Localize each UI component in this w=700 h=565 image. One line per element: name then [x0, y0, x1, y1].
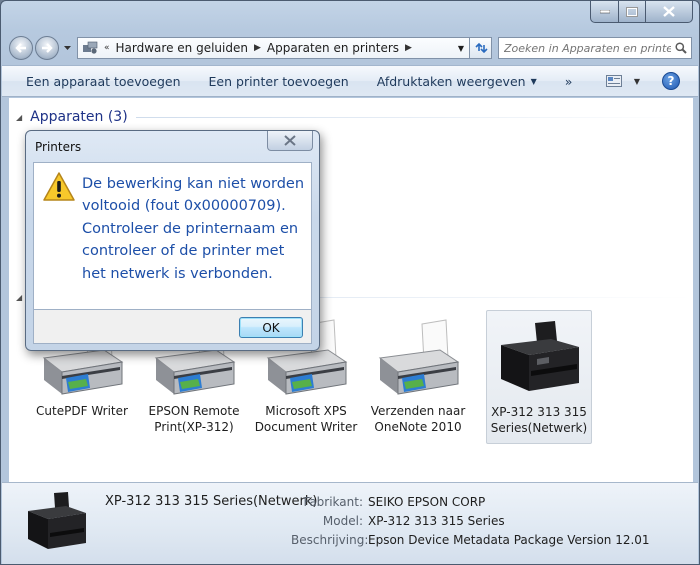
details-row: Model: XP-312 313 315 Series: [291, 514, 650, 533]
close-icon: [284, 135, 296, 146]
search-icon[interactable]: [671, 42, 691, 54]
collapse-triangle-icon[interactable]: ◢: [16, 293, 22, 302]
dialog-footer: OK: [33, 310, 312, 344]
close-button[interactable]: [646, 1, 693, 23]
add-printer-button[interactable]: Een printer toevoegen: [195, 66, 363, 96]
refresh-button[interactable]: [470, 37, 492, 59]
search-box[interactable]: [498, 37, 692, 59]
dialog-message: De bewerking kan niet worden voltooid (f…: [82, 176, 305, 282]
details-row: Fabrikant: SEIKO EPSON CORP: [291, 495, 650, 514]
navigation-bar: « Hardware en geluiden ▶ Apparaten en pr…: [9, 35, 693, 61]
forward-button[interactable]: [35, 36, 59, 60]
dialog-close-button[interactable]: [267, 131, 313, 151]
details-key: Model:: [322, 514, 363, 528]
details-device-name: XP-312 313 315 Series(Netwerk): [105, 494, 318, 509]
recent-pages-dropdown[interactable]: [61, 36, 73, 60]
details-key: Fabrikant:: [303, 495, 363, 509]
arrow-left-icon: [15, 43, 26, 53]
command-bar-right: ▼ ?: [605, 72, 698, 90]
dialog-body: De bewerking kan niet worden voltooid (f…: [33, 162, 312, 310]
search-input[interactable]: [499, 38, 671, 58]
printer-item-xp312[interactable]: XP-312 313 315 Series(Netwerk): [486, 310, 592, 444]
more-commands-button[interactable]: »: [551, 66, 587, 96]
command-bar: Een apparaat toevoegen Een printer toevo…: [2, 65, 698, 97]
ok-button[interactable]: OK: [239, 317, 303, 338]
printer-item-onenote[interactable]: Verzenden naar OneNote 2010: [362, 310, 474, 444]
chevron-down-icon: ▼: [530, 76, 537, 86]
minimize-button[interactable]: [590, 1, 619, 23]
details-value: SEIKO EPSON CORP: [368, 495, 486, 509]
breadcrumb-separator-icon[interactable]: ▶: [403, 43, 414, 53]
change-view-button[interactable]: ▼: [605, 75, 640, 87]
print-jobs-button[interactable]: Afdruktaken weergeven ▼: [363, 66, 551, 96]
warning-icon: [43, 172, 75, 201]
printer-label: Microsoft XPS Document Writer: [254, 404, 358, 434]
chevron-down-icon: [63, 46, 71, 50]
group-divider: [135, 116, 693, 118]
details-row: Beschrijving: Epson Device Metadata Pack…: [291, 533, 650, 552]
details-value: Epson Device Metadata Package Version 12…: [368, 533, 650, 547]
error-dialog: Printers De bewerking kan niet worden vo…: [25, 130, 320, 351]
breadcrumb-devices-printers[interactable]: Apparaten en printers: [263, 41, 403, 55]
epson-printer-icon: [501, 321, 579, 391]
back-button[interactable]: [9, 36, 33, 60]
view-icon: [605, 75, 622, 87]
printer-label: EPSON Remote Print(XP-312): [148, 404, 240, 434]
help-button[interactable]: ?: [662, 72, 680, 90]
refresh-icon: [474, 42, 488, 54]
details-key: Beschrijving:: [291, 533, 369, 547]
printer-icon: [378, 319, 460, 395]
breadcrumb-separator-icon[interactable]: ▶: [252, 43, 263, 53]
explorer-window: « Hardware en geluiden ▶ Apparaten en pr…: [0, 0, 700, 565]
caption-buttons: [590, 1, 693, 23]
minimize-icon: [599, 9, 610, 13]
dialog-title: Printers: [35, 140, 82, 154]
collapse-triangle-icon[interactable]: ◢: [16, 113, 22, 122]
maximize-icon: [626, 6, 638, 17]
printer-label: XP-312 313 315 Series(Netwerk): [490, 405, 588, 435]
details-pane: XP-312 313 315 Series(Netwerk) Fabrikant…: [2, 482, 698, 564]
address-bar[interactable]: « Hardware en geluiden ▶ Apparaten en pr…: [77, 37, 470, 59]
address-dropdown-icon[interactable]: ▼: [453, 44, 469, 53]
devices-folder-icon: [78, 40, 102, 57]
epson-printer-icon: [28, 492, 86, 549]
add-device-button[interactable]: Een apparaat toevoegen: [2, 66, 195, 96]
chevron-down-icon: ▼: [633, 76, 640, 86]
printer-label: CutePDF Writer: [36, 404, 128, 418]
close-icon: [663, 6, 675, 17]
group-title-devices: Apparaten (3): [30, 109, 128, 125]
breadcrumb-prefix[interactable]: «: [102, 43, 112, 53]
arrow-right-icon: [42, 43, 53, 53]
group-header-devices[interactable]: ◢ Apparaten (3): [9, 107, 693, 127]
details-properties: Fabrikant: SEIKO EPSON CORP Model: XP-31…: [291, 495, 650, 552]
details-value: XP-312 313 315 Series: [368, 514, 505, 528]
printer-label: Verzenden naar OneNote 2010: [370, 404, 466, 434]
breadcrumb-hardware[interactable]: Hardware en geluiden: [112, 41, 252, 55]
print-jobs-label: Afdruktaken weergeven: [376, 73, 526, 89]
maximize-button[interactable]: [619, 1, 646, 23]
